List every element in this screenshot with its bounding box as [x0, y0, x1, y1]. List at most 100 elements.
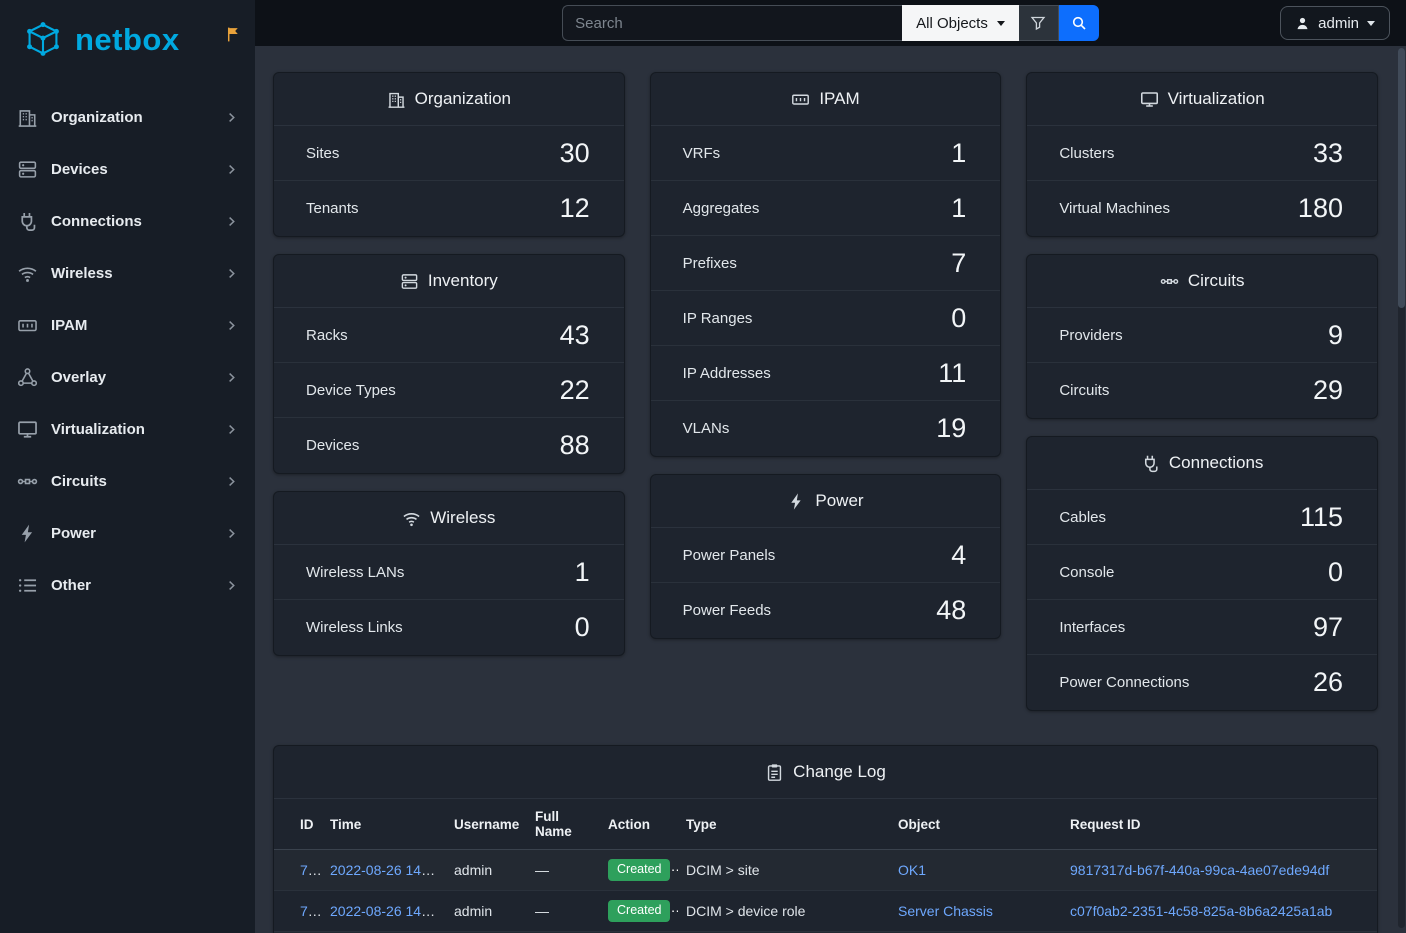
aggregates-link[interactable]: Aggregates — [683, 200, 760, 217]
flag-icon[interactable] — [225, 26, 242, 43]
ip-ranges-count[interactable]: 0 — [951, 303, 966, 334]
chevron-right-icon — [224, 162, 239, 177]
device-types-count[interactable]: 22 — [560, 375, 590, 406]
ip-addresses-link[interactable]: IP Addresses — [683, 365, 771, 382]
sidebar-item-overlay[interactable]: Overlay — [0, 351, 255, 403]
request-id-link[interactable]: 9817317d-b67f-440a-99ca-4ae07ede94df — [1070, 862, 1329, 878]
sidebar-item-wireless[interactable]: Wireless — [0, 247, 255, 299]
counter-icon — [791, 90, 810, 109]
virtual-machines-link[interactable]: Virtual Machines — [1059, 200, 1170, 217]
connections-card: Connections Cables 115 Console 0 Interfa… — [1026, 436, 1378, 711]
power-panels-count[interactable]: 4 — [951, 540, 966, 571]
circuits-link[interactable]: Circuits — [1059, 382, 1109, 399]
circuits-count[interactable]: 29 — [1313, 375, 1343, 406]
sidebar-item-circuits[interactable]: Circuits — [0, 455, 255, 507]
sidebar-item-other[interactable]: Other — [0, 559, 255, 611]
sidebar-item-ipam[interactable]: IPAM — [0, 299, 255, 351]
monitor-icon — [17, 419, 38, 440]
wireless-lans-count[interactable]: 1 — [575, 557, 590, 588]
power-card: Power Power Panels 4 Power Feeds 48 — [650, 474, 1002, 639]
clusters-count[interactable]: 33 — [1313, 138, 1343, 169]
stat-row: Devices 88 — [274, 418, 624, 473]
ip-addresses-count[interactable]: 11 — [938, 358, 966, 389]
power-panels-link[interactable]: Power Panels — [683, 547, 776, 564]
stat-row: Wireless LANs 1 — [274, 545, 624, 600]
sidebar-item-devices[interactable]: Devices — [0, 143, 255, 195]
providers-link[interactable]: Providers — [1059, 327, 1122, 344]
vrfs-count[interactable]: 1 — [951, 138, 966, 169]
ip-ranges-link[interactable]: IP Ranges — [683, 310, 753, 327]
sidebar: netbox Organization Devices Connections — [0, 0, 255, 933]
console-count[interactable]: 0 — [1328, 557, 1343, 588]
devices-count[interactable]: 88 — [560, 430, 590, 461]
prefixes-link[interactable]: Prefixes — [683, 255, 737, 272]
racks-count[interactable]: 43 — [560, 320, 590, 351]
power-feeds-count[interactable]: 48 — [936, 595, 966, 626]
object-type-select[interactable]: All Objects — [902, 5, 1019, 41]
stat-row: Cables 115 — [1027, 490, 1377, 545]
created-badge: Created — [608, 859, 670, 881]
vrfs-link[interactable]: VRFs — [683, 145, 721, 162]
wifi-icon — [402, 509, 421, 528]
netbox-logo[interactable]: netbox — [20, 17, 180, 63]
wireless-links-count[interactable]: 0 — [575, 612, 590, 643]
power-connections-link[interactable]: Power Connections — [1059, 674, 1189, 691]
search-button[interactable] — [1059, 5, 1099, 41]
interfaces-count[interactable]: 97 — [1313, 612, 1343, 643]
building-icon — [17, 107, 38, 128]
dashboard-column-1: Organization Sites 30 Tenants 12 — [273, 72, 625, 656]
racks-link[interactable]: Racks — [306, 327, 348, 344]
interfaces-link[interactable]: Interfaces — [1059, 619, 1125, 636]
search-input[interactable] — [562, 5, 902, 41]
change-time-link[interactable]: 2022-08-26 14:17 — [330, 903, 441, 919]
changelog-header-row: ID Time Username Full Name Action Type O… — [274, 799, 1377, 850]
sidebar-nav: Organization Devices Connections Wireles… — [0, 79, 255, 611]
stat-row: Aggregates 1 — [651, 181, 1001, 236]
sidebar-item-label: Organization — [51, 109, 224, 126]
scrollbar[interactable] — [1398, 48, 1405, 928]
change-time-link[interactable]: 2022-08-26 14:22 — [330, 862, 441, 878]
wireless-lans-link[interactable]: Wireless LANs — [306, 564, 404, 581]
cell-type: DCIM > device role — [678, 890, 890, 931]
change-object-link[interactable]: Server Chassis — [898, 903, 993, 919]
tenants-link[interactable]: Tenants — [306, 200, 359, 217]
stat-row: Power Connections 26 — [1027, 655, 1377, 710]
power-connections-count[interactable]: 26 — [1313, 667, 1343, 698]
flash-icon — [787, 492, 806, 511]
prefixes-count[interactable]: 7 — [951, 248, 966, 279]
virtualization-card-header: Virtualization — [1027, 73, 1377, 126]
change-id-link[interactable]: 755 — [300, 862, 322, 878]
devices-link[interactable]: Devices — [306, 437, 359, 454]
cables-count[interactable]: 115 — [1300, 502, 1343, 533]
virtual-machines-count[interactable]: 180 — [1298, 193, 1343, 224]
cell-time: 2022-08-26 14:22 — [322, 850, 446, 891]
wireless-links-link[interactable]: Wireless Links — [306, 619, 403, 636]
scrollbar-thumb[interactable] — [1398, 48, 1405, 308]
change-object-link[interactable]: OK1 — [898, 862, 926, 878]
clusters-link[interactable]: Clusters — [1059, 145, 1114, 162]
power-feeds-link[interactable]: Power Feeds — [683, 602, 771, 619]
sidebar-item-power[interactable]: Power — [0, 507, 255, 559]
vlans-count[interactable]: 19 — [936, 413, 966, 444]
request-id-link[interactable]: c07f0ab2-2351-4c58-825a-8b6a2425a1ab — [1070, 903, 1332, 919]
vlans-link[interactable]: VLANs — [683, 420, 730, 437]
cables-link[interactable]: Cables — [1059, 509, 1106, 526]
sites-count[interactable]: 30 — [560, 138, 590, 169]
inventory-card: Inventory Racks 43 Device Types 22 Devic… — [273, 254, 625, 474]
chevron-right-icon — [224, 474, 239, 489]
tenants-count[interactable]: 12 — [560, 193, 590, 224]
user-menu[interactable]: admin — [1280, 6, 1390, 40]
aggregates-count[interactable]: 1 — [951, 193, 966, 224]
stat-row: Sites 30 — [274, 126, 624, 181]
flash-icon — [17, 523, 38, 544]
console-link[interactable]: Console — [1059, 564, 1114, 581]
change-id-link[interactable]: 754 — [300, 903, 322, 919]
sidebar-item-connections[interactable]: Connections — [0, 195, 255, 247]
sidebar-item-virtualization[interactable]: Virtualization — [0, 403, 255, 455]
sidebar-item-organization[interactable]: Organization — [0, 91, 255, 143]
providers-count[interactable]: 9 — [1328, 320, 1343, 351]
sites-link[interactable]: Sites — [306, 145, 339, 162]
filter-button[interactable] — [1019, 5, 1059, 41]
sidebar-item-label: Wireless — [51, 265, 224, 282]
device-types-link[interactable]: Device Types — [306, 382, 396, 399]
